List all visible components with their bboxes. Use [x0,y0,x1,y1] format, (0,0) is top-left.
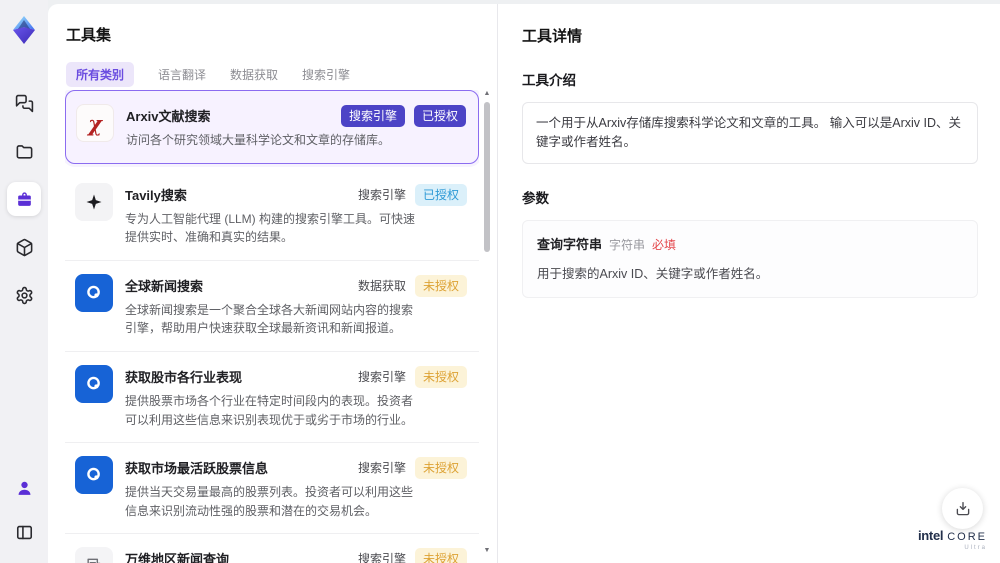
category-badge: 搜索引擎 [357,187,406,202]
toolbox-icon-active[interactable] [7,182,41,216]
tool-list: χ Arxiv文献搜索 访问各个研究领域大量科学论文和文章的存储库。 搜索引擎 … [65,90,479,563]
parameter-description: 用于搜索的Arxiv ID、关键字或作者姓名。 [537,266,769,281]
blue-search-icon [75,273,113,312]
category-badge: 数据获取 [357,278,406,293]
sidebar-bottom [7,471,41,563]
tab-all-categories[interactable]: 所有类别 [66,62,135,87]
parameter-card: 查询字符串 字符串 必填 用于搜索的Arxiv ID、关键字或作者姓名。 [522,219,978,298]
tool-list-item-tavily[interactable]: Tavily搜索 专为人工智能代理 (LLM) 构建的搜索引擎工具。可快速提供实… [65,169,479,261]
auth-status-badge: 未授权 [414,457,467,480]
blue-search-icon [75,456,113,495]
parameter-header: 查询字符串 字符串 必填 [537,234,963,253]
tool-list-item-arxiv[interactable]: χ Arxiv文献搜索 访问各个研究领域大量科学论文和文章的存储库。 搜索引擎 … [65,90,479,164]
ultra-wordmark: Ultra [964,545,987,551]
category-tabs: 所有类别 语言翻译 数据获取 搜索引擎 [66,62,497,87]
tool-badges: 搜索引擎 未授权 [357,457,467,480]
tool-intro-text: 一个用于从Arxiv存储库搜索科学论文和文章的工具。 输入可以是Arxiv ID… [522,102,978,164]
scroll-up-icon[interactable]: ▲ [482,90,492,98]
parameter-name: 查询字符串 [537,236,603,252]
tool-badges: 搜索引擎 未授权 [357,365,467,388]
download-icon [956,501,969,515]
scroll-down-icon[interactable]: ▼ [482,547,492,555]
category-badge: 搜索引擎 [357,461,406,476]
download-button[interactable] [942,488,983,529]
app-window: 工具集 所有类别 语言翻译 数据获取 搜索引擎 χ Arxiv文献搜索 访问各个… [0,0,1000,563]
chat-icon[interactable] [7,86,41,120]
auth-status-badge: 已授权 [413,105,466,127]
tool-list-item-stock-sectors[interactable]: 获取股市各行业表现 提供股票市场各个行业在特定时间段内的表现。投资者可以利用这些… [65,351,479,444]
scrollbar[interactable]: ▲ ▼ [482,90,492,555]
category-badge: 搜索引擎 [357,552,406,563]
tool-description: 访问各个研究领域大量科学论文和文章的存储库。 [126,133,391,147]
arxiv-logo-icon: χ [76,104,114,142]
tool-badges: 搜索引擎 已授权 [340,105,466,127]
core-wordmark: CORE [947,531,987,543]
auth-status-badge: 已授权 [414,183,467,206]
tab-search-engine[interactable]: 搜索引擎 [302,62,350,87]
tool-list-item-global-news[interactable]: 全球新闻搜索 全球新闻搜索是一个聚合全球各大新闻网站内容的搜索引擎，帮助用户快速… [65,260,479,352]
intel-core-logo: intel CORE Ultra [918,529,987,551]
detail-title: 工具详情 [522,28,583,45]
package-icon[interactable] [7,230,41,264]
tool-list-item-regional-news[interactable]: 万维地区新闻查询 查询具体行政区划内的新闻，快速了解各地新闻动 搜索引擎 未授权 [65,534,479,563]
auth-status-badge: 未授权 [414,365,467,388]
page-title: 工具集 [66,27,112,44]
tool-list-panel: 工具集 所有类别 语言翻译 数据获取 搜索引擎 χ Arxiv文献搜索 访问各个… [48,4,497,563]
app-logo-icon [6,12,42,48]
blue-search-icon [75,364,113,403]
four-point-star-icon [75,182,113,221]
intro-heading: 工具介绍 [522,73,576,88]
tool-description: 提供当天交易量最高的股票列表。投资者可以利用这些信息来识别流动性强的股票和潜在的… [125,485,414,518]
tool-description: 提供股票市场各个行业在特定时间段内的表现。投资者可以利用这些信息来识别表现优于或… [125,393,414,427]
category-badge: 搜索引擎 [340,105,405,127]
parameter-type: 字符串 [609,237,646,252]
parameter-required-badge: 必填 [652,237,677,252]
tool-description: 专为人工智能代理 (LLM) 构建的搜索引擎工具。可快速提供实时、准确和真实的结… [125,211,416,245]
tool-detail-panel: 工具详情 工具介绍 一个用于从Arxiv存储库搜索科学论文和文章的工具。 输入可… [498,4,1000,563]
tab-data-fetch[interactable]: 数据获取 [230,62,278,87]
settings-icon[interactable] [7,278,41,312]
main-content: 工具集 所有类别 语言翻译 数据获取 搜索引擎 χ Arxiv文献搜索 访问各个… [48,4,1000,563]
panel-toggle-icon[interactable] [7,515,41,549]
intel-wordmark: intel [917,528,944,543]
sidebar-nav [7,86,41,312]
auth-status-badge: 未授权 [414,548,467,563]
params-heading: 参数 [522,190,549,206]
category-badge: 搜索引擎 [357,369,406,384]
sidebar [0,0,48,563]
tool-badges: 搜索引擎 未授权 [358,548,467,563]
tool-badges: 搜索引擎 已授权 [357,183,467,206]
auth-status-badge: 未授权 [414,274,467,297]
scrollbar-thumb[interactable] [484,102,490,252]
tab-language-translation[interactable]: 语言翻译 [158,62,206,87]
tool-description: 全球新闻搜索是一个聚合全球各大新闻网站内容的搜索引擎，帮助用户快速获取全球最新资… [125,302,414,336]
tool-badges: 数据获取 未授权 [357,274,467,297]
folder-icon[interactable] [7,134,41,168]
user-avatar-icon[interactable] [7,471,41,505]
newspaper-icon [75,547,113,563]
tool-list-item-active-stocks[interactable]: 获取市场最活跃股票信息 提供当天交易量最高的股票列表。投资者可以利用这些信息来识… [65,443,479,535]
